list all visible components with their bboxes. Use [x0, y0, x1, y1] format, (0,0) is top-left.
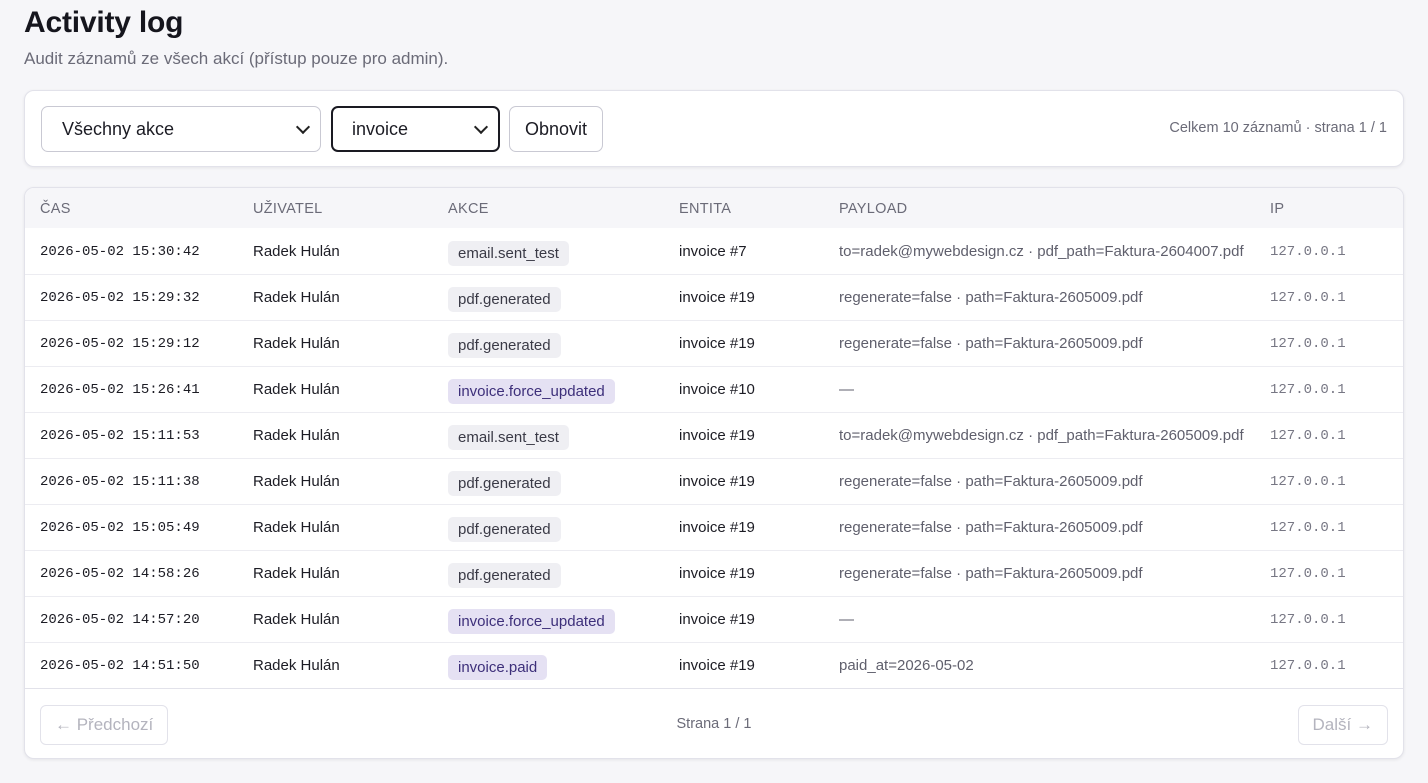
row-entity: invoice #7	[679, 243, 747, 260]
row-user: Radek Hulán	[253, 565, 340, 582]
column-time: ČAS	[40, 201, 71, 217]
row-ip: 127.0.0.1	[1270, 336, 1346, 352]
action-filter-value: Všechny akce	[62, 119, 175, 139]
row-user: Radek Hulán	[253, 243, 340, 260]
next-page-button[interactable]: Další →	[1297, 705, 1388, 745]
row-action-badge: pdf.generated	[448, 517, 561, 542]
row-ip: 127.0.0.1	[1270, 382, 1346, 398]
row-time: 2026-05-02 15:11:38	[40, 474, 200, 490]
column-ip: IP	[1270, 201, 1285, 217]
row-payload: regenerate=false · path=Faktura-2605009.…	[839, 473, 1143, 490]
table-header: ČAS UŽIVATEL AKCE ENTITA PAYLOAD IP	[25, 188, 1403, 228]
row-action-badge: email.sent_test	[448, 425, 569, 450]
row-entity: invoice #19	[679, 611, 755, 628]
row-time: 2026-05-02 14:58:26	[40, 566, 200, 582]
row-time: 2026-05-02 15:29:32	[40, 290, 200, 306]
row-action-badge: pdf.generated	[448, 333, 561, 358]
entity-filter-select[interactable]: invoice	[331, 106, 500, 152]
row-time: 2026-05-02 15:30:42	[40, 244, 200, 260]
row-user: Radek Hulán	[253, 335, 340, 352]
records-summary: Celkem 10 záznamů · strana 1 / 1	[1169, 120, 1387, 136]
row-ip: 127.0.0.1	[1270, 566, 1346, 582]
row-time: 2026-05-02 15:29:12	[40, 336, 200, 352]
row-payload: to=radek@mywebdesign.cz · pdf_path=Faktu…	[839, 243, 1244, 260]
row-ip: 127.0.0.1	[1270, 428, 1346, 444]
table-row: 2026-05-02 15:11:38 Radek Hulán pdf.genera…	[25, 459, 1403, 505]
table-row: 2026-05-02 15:29:32 Radek Hulán pdf.genera…	[25, 275, 1403, 321]
column-user: UŽIVATEL	[253, 201, 323, 217]
row-ip: 127.0.0.1	[1270, 612, 1346, 628]
chevron-down-icon	[295, 119, 311, 135]
row-ip: 127.0.0.1	[1270, 520, 1346, 536]
row-time: 2026-05-02 15:11:53	[40, 428, 200, 444]
entity-filter-value: invoice	[352, 119, 409, 139]
chevron-down-icon	[473, 119, 489, 135]
row-entity: invoice #19	[679, 565, 755, 582]
row-payload: regenerate=false · path=Faktura-2605009.…	[839, 335, 1143, 352]
row-action-badge: invoice.paid	[448, 655, 548, 680]
refresh-button[interactable]: Obnovit	[509, 106, 603, 152]
row-entity: invoice #19	[679, 289, 755, 306]
row-action-badge: pdf.generated	[448, 471, 561, 496]
table-row: 2026-05-02 14:57:20 Radek Hulán invoice.fo…	[25, 597, 1403, 643]
column-entity: ENTITA	[679, 201, 732, 217]
column-payload: PAYLOAD	[839, 201, 908, 217]
table-row: 2026-05-02 15:29:12 Radek Hulán pdf.genera…	[25, 321, 1403, 367]
row-user: Radek Hulán	[253, 519, 340, 536]
row-entity: invoice #19	[679, 335, 755, 352]
row-user: Radek Hulán	[253, 381, 340, 398]
row-action-badge: email.sent_test	[448, 241, 569, 266]
row-payload: regenerate=false · path=Faktura-2605009.…	[839, 565, 1143, 582]
row-action-badge: invoice.force_updated	[448, 379, 615, 404]
row-user: Radek Hulán	[253, 473, 340, 490]
row-time: 2026-05-02 14:57:20	[40, 612, 200, 628]
row-payload: —	[839, 381, 854, 398]
row-entity: invoice #19	[679, 427, 755, 444]
page-subtitle: Audit záznamů ze všech akcí (přístup pou…	[24, 49, 449, 68]
pagination: ← Předchozí Strana 1 / 1 Další →	[25, 688, 1403, 758]
row-payload: regenerate=false · path=Faktura-2605009.…	[839, 519, 1143, 536]
table-row: 2026-05-02 15:11:53 Radek Hulán email.sent…	[25, 413, 1403, 459]
column-action: AKCE	[448, 201, 489, 217]
row-payload: paid_at=2026-05-02	[839, 657, 974, 674]
row-action-badge: pdf.generated	[448, 563, 561, 588]
row-ip: 127.0.0.1	[1270, 474, 1346, 490]
row-entity: invoice #10	[679, 381, 755, 398]
page-title: Activity log	[24, 6, 184, 39]
row-time: 2026-05-02 15:05:49	[40, 520, 200, 536]
activity-table: ČAS UŽIVATEL AKCE ENTITA PAYLOAD IP 2026…	[24, 187, 1404, 759]
table-row: 2026-05-02 14:51:50 Radek Hulán invoice.pa…	[25, 643, 1403, 689]
row-user: Radek Hulán	[253, 657, 340, 674]
table-row: 2026-05-02 15:26:41 Radek Hulán invoice.fo…	[25, 367, 1403, 413]
row-ip: 127.0.0.1	[1270, 658, 1346, 674]
row-action-badge: pdf.generated	[448, 287, 561, 312]
row-user: Radek Hulán	[253, 289, 340, 306]
row-user: Radek Hulán	[253, 427, 340, 444]
row-payload: to=radek@mywebdesign.cz · pdf_path=Faktu…	[839, 427, 1244, 444]
row-entity: invoice #19	[679, 657, 755, 674]
table-row: 2026-05-02 15:30:42 Radek Hulán email.sent…	[25, 229, 1403, 275]
row-time: 2026-05-02 15:26:41	[40, 382, 200, 398]
row-action-badge: invoice.force_updated	[448, 609, 615, 634]
table-row: 2026-05-02 14:58:26 Radek Hulán pdf.genera…	[25, 551, 1403, 597]
table-row: 2026-05-02 15:05:49 Radek Hulán pdf.genera…	[25, 505, 1403, 551]
filter-bar: Všechny akce invoice Obnovit Celkem 10 z…	[24, 90, 1404, 167]
row-user: Radek Hulán	[253, 611, 340, 628]
row-ip: 127.0.0.1	[1270, 290, 1346, 306]
page-info: Strana 1 / 1	[676, 716, 752, 732]
row-entity: invoice #19	[679, 473, 755, 490]
row-payload: regenerate=false · path=Faktura-2605009.…	[839, 289, 1143, 306]
row-entity: invoice #19	[679, 519, 755, 536]
row-ip: 127.0.0.1	[1270, 244, 1346, 260]
action-filter-select[interactable]: Všechny akce	[41, 106, 321, 152]
row-payload: —	[839, 611, 854, 628]
row-time: 2026-05-02 14:51:50	[40, 658, 200, 674]
